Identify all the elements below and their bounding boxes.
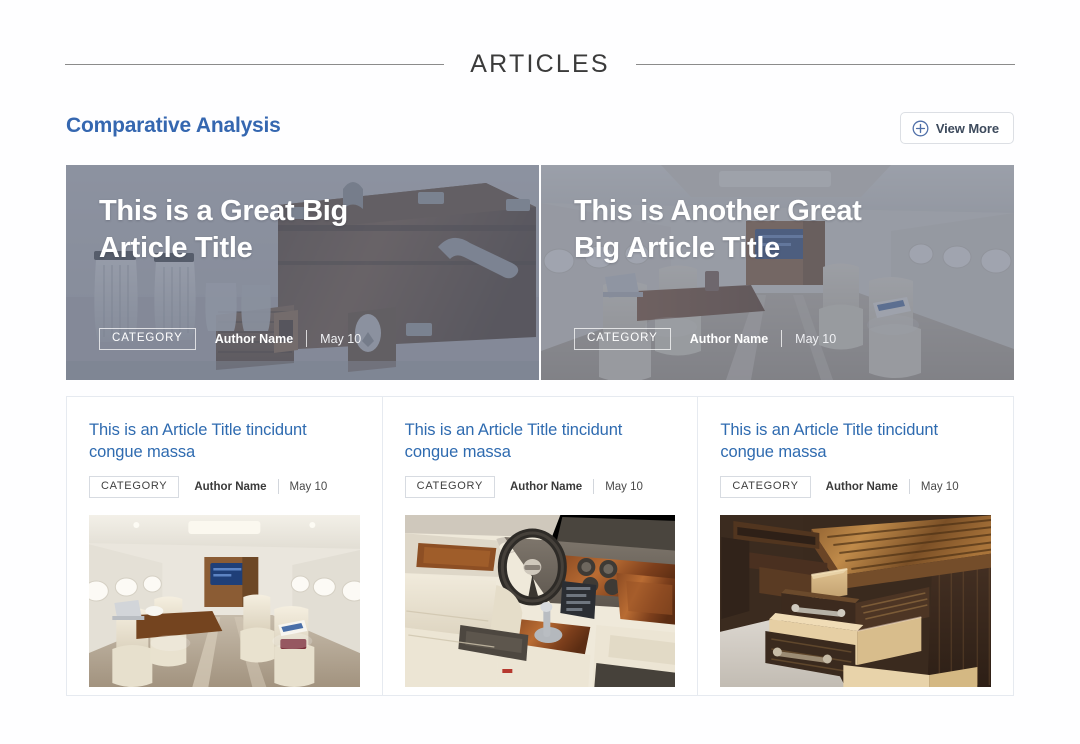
hero-category-badge[interactable]: CATEGORY (574, 327, 671, 350)
article-date: May 10 (289, 480, 328, 493)
article-category-badge[interactable]: CATEGORY (89, 475, 180, 498)
article-thumbnail (404, 514, 676, 687)
article-meta: CATEGORY Author Name May 10 (89, 475, 360, 498)
hero-meta: CATEGORY Author Name May 10 (574, 327, 837, 350)
article-meta-divider (593, 479, 595, 495)
section-header: ARTICLES (65, 48, 1015, 80)
article-category-badge[interactable]: CATEGORY (720, 475, 811, 498)
hero-meta-divider (306, 330, 308, 348)
articles-page: ARTICLES Comparative Analysis View More (0, 0, 1080, 744)
article-thumbnail (89, 514, 360, 687)
article-meta-divider (908, 479, 910, 495)
article-title[interactable]: This is an Article Title tincidunt congu… (89, 419, 360, 464)
circle-plus-icon (912, 120, 929, 137)
subsection-header: Comparative Analysis View More (66, 112, 1014, 146)
article-category-badge[interactable]: CATEGORY (404, 475, 495, 498)
page-title: ARTICLES (470, 49, 610, 78)
subsection-title: Comparative Analysis (66, 114, 281, 137)
thumbnail-wood-cabinet-drawers (720, 514, 992, 687)
article-meta-divider (277, 479, 279, 495)
article-date: May 10 (605, 480, 643, 493)
hero-row: This is a Great Big Article Title CATEGO… (66, 165, 1014, 380)
hero-date: May 10 (320, 331, 362, 346)
hero-content-2: This is Another Great Big Article Title … (574, 193, 990, 360)
article-meta: CATEGORY Author Name May 10 (404, 475, 676, 498)
article-card[interactable]: This is an Article Title tincidunt congu… (381, 397, 698, 695)
article-date: May 10 (920, 480, 959, 493)
header-rule-right (635, 63, 1015, 65)
article-author: Author Name (510, 480, 583, 493)
hero-card-1[interactable]: This is a Great Big Article Title CATEGO… (66, 165, 539, 380)
hero-meta: CATEGORY Author Name May 10 (99, 327, 362, 350)
hero-content-1: This is a Great Big Article Title CATEGO… (99, 193, 515, 360)
hero-author: Author Name (214, 331, 294, 346)
thumbnail-car-interior (404, 514, 676, 687)
article-card[interactable]: This is an Article Title tincidunt congu… (697, 397, 1013, 695)
view-more-label: View More (935, 120, 999, 136)
hero-card-2[interactable]: This is Another Great Big Article Title … (541, 165, 1014, 380)
hero-meta-divider (781, 330, 783, 348)
article-meta: CATEGORY Author Name May 10 (720, 475, 991, 498)
hero-category-badge[interactable]: CATEGORY (99, 327, 196, 350)
hero-author: Author Name (689, 331, 769, 346)
article-title[interactable]: This is an Article Title tincidunt congu… (720, 419, 991, 464)
hero-title: This is a Great Big Article Title (99, 195, 348, 264)
hero-date: May 10 (795, 331, 837, 346)
article-author: Author Name (825, 480, 898, 493)
hero-title: This is Another Great Big Article Title (574, 195, 862, 264)
thumbnail-jet-cabin (89, 514, 360, 687)
header-rule-left (65, 63, 445, 65)
view-more-button[interactable]: View More (899, 112, 1014, 144)
article-card-list: This is an Article Title tincidunt congu… (66, 396, 1014, 696)
article-thumbnail (720, 514, 992, 687)
article-author: Author Name (194, 480, 267, 493)
article-title[interactable]: This is an Article Title tincidunt congu… (405, 419, 676, 464)
article-card[interactable]: This is an Article Title tincidunt congu… (67, 397, 382, 695)
